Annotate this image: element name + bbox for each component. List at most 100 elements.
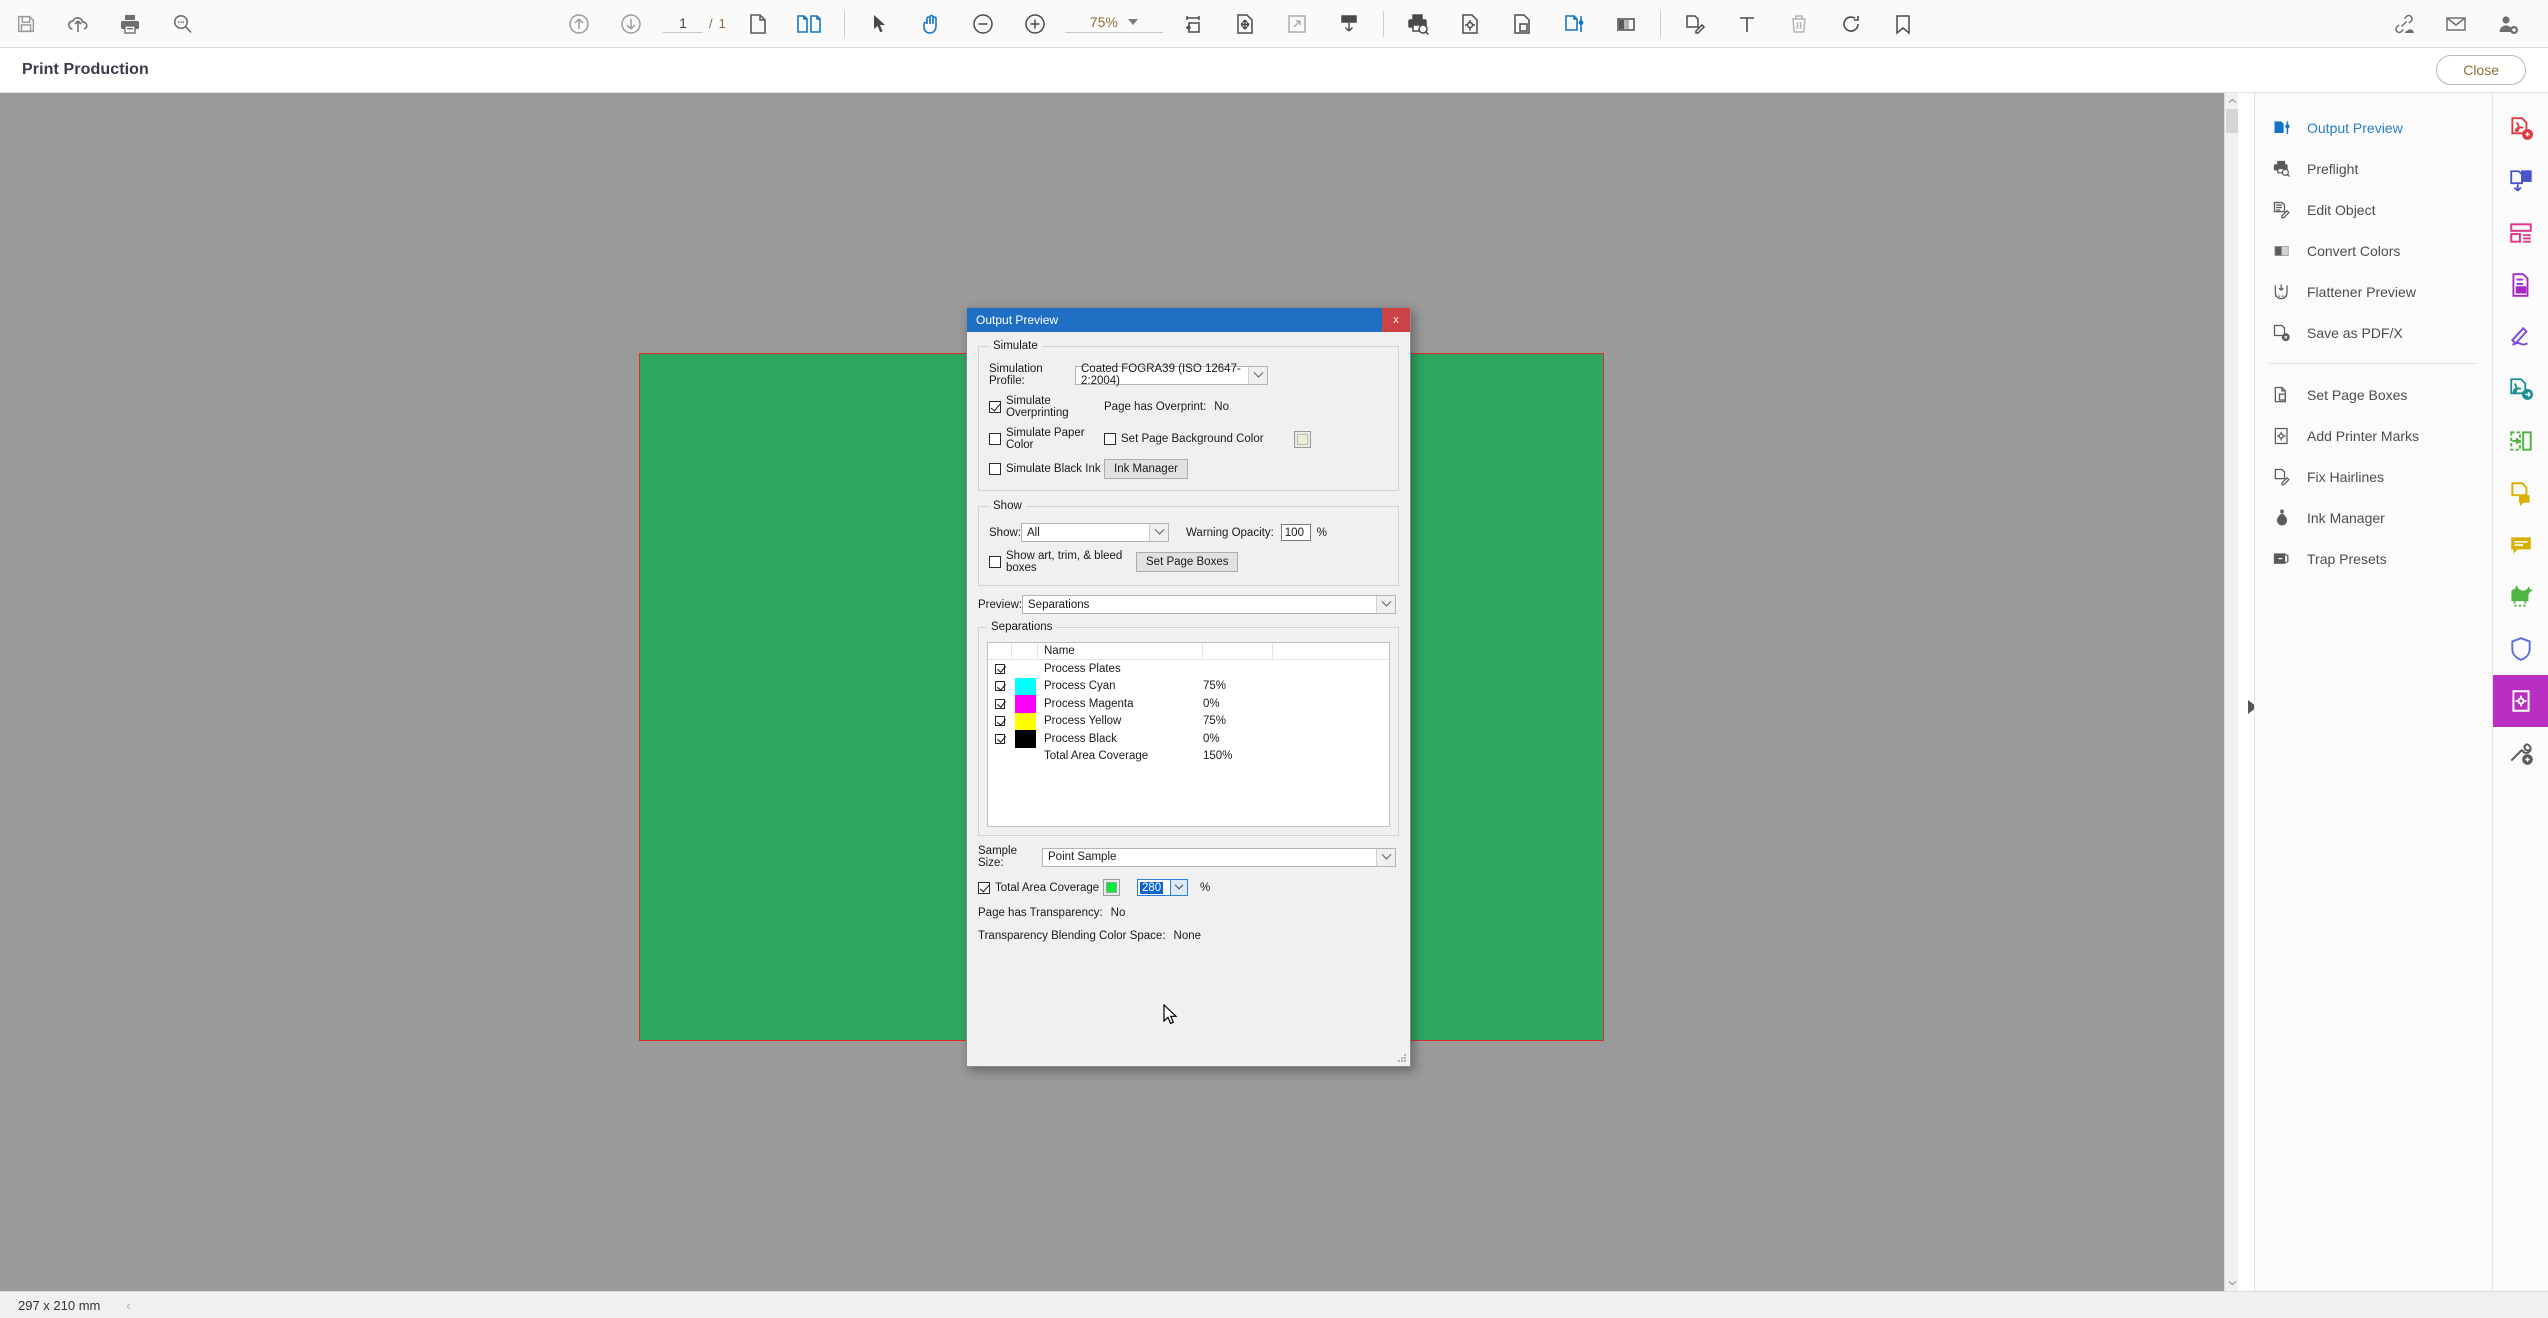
set-page-background-color-checkbox[interactable]: Set Page Background Color	[1104, 433, 1264, 445]
table-row[interactable]: Process Cyan 75%	[988, 677, 1389, 695]
fill-and-sign-icon[interactable]	[2493, 311, 2548, 363]
scan-and-ocr-icon[interactable]	[2493, 571, 2548, 623]
scroll-thumb[interactable]	[2226, 109, 2238, 133]
row-checkbox[interactable]	[988, 663, 1012, 674]
more-tools-icon[interactable]	[2493, 727, 2548, 779]
show-select[interactable]: All	[1021, 523, 1169, 542]
share-link-icon[interactable]	[2378, 2, 2430, 46]
fullscreen-icon[interactable]	[1271, 2, 1323, 46]
rotate-icon[interactable]	[1825, 2, 1877, 46]
sample-size-select[interactable]: Point Sample	[1042, 847, 1396, 867]
preview-select[interactable]: Separations	[1022, 595, 1396, 614]
edit-object-icon[interactable]	[1669, 2, 1721, 46]
output-preview-dialog[interactable]: Output Preview x Simulate Simulation Pro…	[966, 307, 1411, 1067]
print-production-icon[interactable]	[2492, 675, 2548, 727]
page-has-transparency-label: Page has Transparency:	[978, 907, 1103, 919]
simulate-paper-color-checkbox[interactable]: Simulate Paper Color	[989, 427, 1104, 451]
dialog-close-icon[interactable]: x	[1382, 308, 1410, 332]
chevron-down-icon[interactable]	[1149, 524, 1168, 541]
tool-item-ink-manager[interactable]: Ink Manager	[2255, 497, 2492, 538]
total-area-coverage-spinner[interactable]: 280	[1137, 879, 1188, 896]
organize-pages-icon[interactable]	[2493, 207, 2548, 259]
dialog-title-bar[interactable]: Output Preview x	[967, 308, 1410, 332]
hand-tool-icon[interactable]	[905, 2, 957, 46]
warning-opacity-input[interactable]	[1280, 524, 1311, 541]
print-icon[interactable]	[104, 2, 156, 46]
row-checkbox[interactable]	[988, 698, 1012, 709]
viewport-vertical-scrollbar[interactable]	[2224, 93, 2238, 1291]
scroll-up-icon[interactable]	[2225, 93, 2239, 109]
show-boxes-checkbox[interactable]: Show art, trim, & bleed boxes	[989, 550, 1136, 574]
total-area-coverage-swatch[interactable]	[1103, 879, 1120, 896]
delete-icon[interactable]	[1773, 2, 1825, 46]
add-printer-marks-icon	[2271, 425, 2293, 447]
search-icon[interactable]	[156, 2, 208, 46]
tool-item-convert-colors[interactable]: Convert Colors	[2255, 230, 2492, 271]
row-checkbox[interactable]	[988, 733, 1012, 744]
set-page-boxes-button[interactable]: Set Page Boxes	[1136, 552, 1239, 572]
compare-files-icon[interactable]	[2493, 415, 2548, 467]
total-area-coverage-input[interactable]: 280	[1137, 879, 1171, 896]
table-row[interactable]: Process Yellow 75%	[988, 712, 1389, 730]
single-page-icon[interactable]	[732, 2, 784, 46]
simulate-black-ink-checkbox[interactable]: Simulate Black Ink	[989, 463, 1104, 475]
row-checkbox[interactable]	[988, 716, 1012, 727]
redact-icon[interactable]	[2493, 259, 2548, 311]
tool-item-fix-hairlines[interactable]: Fix Hairlines	[2255, 456, 2492, 497]
email-icon[interactable]	[2430, 2, 2482, 46]
tool-item-set-page-boxes[interactable]: Set Page Boxes	[2255, 374, 2492, 415]
fit-page-icon[interactable]	[1219, 2, 1271, 46]
fit-width-icon[interactable]	[1167, 2, 1219, 46]
status-collapse-icon[interactable]: ‹	[126, 1298, 130, 1313]
simulate-overprinting-checkbox[interactable]: Simulate Overprinting	[989, 395, 1104, 419]
chevron-down-icon[interactable]	[1171, 879, 1188, 896]
zoom-out-button[interactable]	[957, 2, 1009, 46]
tool-item-flattener-preview[interactable]: Flattener Preview	[2255, 271, 2492, 312]
simulation-profile-select[interactable]: Coated FOGRA39 (ISO 12647-2:2004)	[1075, 363, 1268, 387]
tool-item-trap-presets[interactable]: Trap Presets	[2255, 538, 2492, 579]
dialog-resize-handle[interactable]	[1398, 1054, 1407, 1063]
export-pdf-icon[interactable]	[2493, 363, 2548, 415]
ink-manager-button[interactable]: Ink Manager	[1104, 459, 1188, 479]
chevron-down-icon[interactable]	[1248, 366, 1267, 384]
convert-colors-icon[interactable]	[1600, 2, 1652, 46]
next-page-button[interactable]	[605, 2, 657, 46]
zoom-level-control[interactable]: 75%	[1064, 14, 1163, 33]
tool-item-preflight[interactable]: Preflight	[2255, 148, 2492, 189]
download-icon[interactable]	[1323, 2, 1375, 46]
total-area-coverage-checkbox[interactable]: Total Area Coverage	[978, 881, 1103, 894]
chevron-down-icon[interactable]	[1376, 848, 1395, 866]
select-tool-icon[interactable]	[853, 2, 905, 46]
combine-files-icon[interactable]	[2493, 155, 2548, 207]
table-row[interactable]: Process Magenta 0%	[988, 695, 1389, 713]
zoom-in-button[interactable]	[1009, 2, 1061, 46]
add-user-icon[interactable]	[2482, 2, 2534, 46]
tool-item-edit-object[interactable]: Edit Object	[2255, 189, 2492, 230]
bookmark-icon[interactable]	[1877, 2, 1929, 46]
set-page-boxes-icon[interactable]	[1496, 2, 1548, 46]
add-printer-marks-icon[interactable]	[1444, 2, 1496, 46]
protect-icon[interactable]	[2493, 623, 2548, 675]
stamp-icon[interactable]	[2493, 467, 2548, 519]
page-background-color-swatch[interactable]	[1293, 430, 1311, 448]
preflight-icon[interactable]	[1392, 2, 1444, 46]
table-row[interactable]: Process Black 0%	[988, 730, 1389, 748]
chevron-down-icon[interactable]	[1376, 596, 1395, 613]
tool-item-save-as-pdfx[interactable]: Save as PDF/X	[2255, 312, 2492, 353]
output-preview-icon[interactable]	[1548, 2, 1600, 46]
save-icon[interactable]	[0, 2, 52, 46]
create-pdf-icon[interactable]	[2493, 103, 2548, 155]
tool-item-add-printer-marks[interactable]: Add Printer Marks	[2255, 415, 2492, 456]
previous-page-button[interactable]	[553, 2, 605, 46]
comment-icon[interactable]	[2493, 519, 2548, 571]
row-checkbox[interactable]	[988, 681, 1012, 692]
two-page-icon[interactable]	[784, 2, 836, 46]
tool-item-output-preview[interactable]: Output Preview	[2255, 107, 2492, 148]
close-button[interactable]: Close	[2436, 55, 2526, 85]
page-number-input[interactable]	[663, 14, 703, 33]
separations-list[interactable]: Name Process Plates Process Cyan 75% Pro…	[987, 642, 1390, 827]
scroll-down-icon[interactable]	[2225, 1275, 2239, 1291]
text-icon[interactable]	[1721, 2, 1773, 46]
table-row[interactable]: Process Plates	[988, 660, 1389, 678]
upload-cloud-icon[interactable]	[52, 2, 104, 46]
